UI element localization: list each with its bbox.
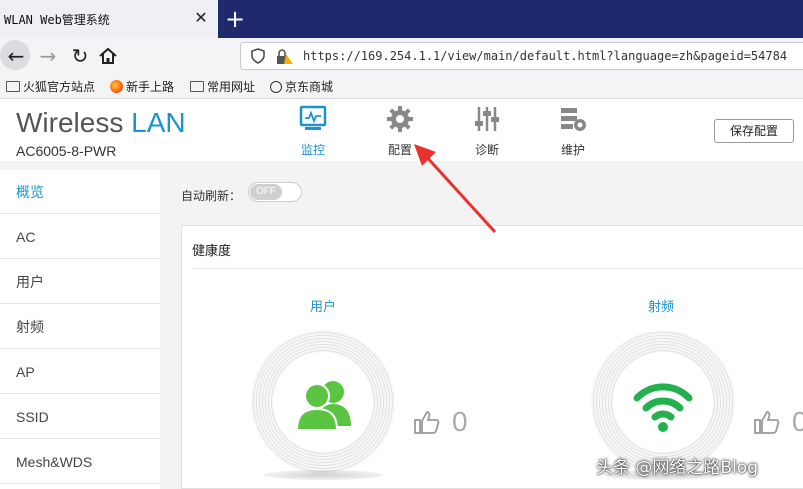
watermark: 头条 @网络之路Blog: [596, 458, 758, 478]
nav-label: 监控: [300, 143, 325, 157]
sidebar: 概览 AC 用户 射频 AP SSID Mesh&WDS: [0, 170, 160, 489]
users-count: 0: [452, 406, 468, 437]
users-section-title: 用户: [310, 300, 337, 315]
device-model: AC6005-8-PWR: [16, 143, 117, 159]
new-tab-icon[interactable]: +: [222, 6, 248, 32]
folder-icon: [190, 81, 204, 92]
bookmark-item[interactable]: 京东商城: [270, 78, 333, 95]
thumbs-up-icon[interactable]: [754, 410, 780, 438]
sliders-icon: [475, 107, 499, 131]
users-icon: [295, 381, 351, 431]
health-panel: 健康度 用户 0 射频 0: [181, 225, 803, 489]
auto-refresh-toggle[interactable]: OFF: [248, 182, 302, 202]
globe-icon: [270, 81, 282, 93]
nav-monitor[interactable]: 监控: [283, 105, 343, 161]
annotation-arrow: [414, 144, 497, 234]
firefox-icon: [110, 80, 123, 93]
toggle-state: OFF: [250, 184, 282, 200]
sidebar-item-ac[interactable]: AC: [0, 215, 160, 259]
radio-count: 0: [792, 406, 803, 437]
radio-section-title: 射频: [648, 300, 675, 315]
sidebar-item-ap[interactable]: AP: [0, 350, 160, 394]
bookmark-item[interactable]: 常用网址: [190, 78, 255, 95]
maintenance-icon: [561, 108, 586, 131]
url-bar[interactable]: https://169.254.1.1/view/main/default.ht…: [240, 42, 803, 70]
save-config-button[interactable]: 保存配置: [714, 119, 794, 143]
sidebar-item-ssid[interactable]: SSID: [0, 395, 160, 439]
brand-logo: Wireless LAN: [16, 107, 186, 138]
auto-refresh-label: 自动刷新：: [181, 189, 242, 203]
browser-tab-bar: WLAN Web管理系统 ✕ +: [0, 0, 803, 38]
wifi-icon: [633, 383, 693, 432]
nav-maintain[interactable]: 维护: [543, 105, 603, 161]
sidebar-item-radio[interactable]: 射频: [0, 305, 160, 349]
tab-title: WLAN Web管理系统: [4, 13, 110, 27]
sidebar-item-users[interactable]: 用户: [0, 260, 160, 304]
back-arrow-icon[interactable]: ←: [0, 38, 32, 74]
shield-icon[interactable]: [251, 48, 265, 68]
bookmark-item[interactable]: 火狐官方站点: [6, 78, 95, 95]
reload-icon[interactable]: ↻: [64, 38, 96, 74]
divider: [192, 268, 803, 269]
url-text: https://169.254.1.1/view/main/default.ht…: [303, 49, 788, 63]
bookmarks-bar: 火狐官方站点 新手上路 常用网址 京东商城: [0, 74, 803, 99]
home-icon[interactable]: [98, 46, 118, 70]
folder-icon: [6, 81, 20, 92]
monitor-icon: [299, 105, 327, 130]
nav-label: 维护: [560, 143, 585, 157]
gear-icon: [387, 106, 413, 132]
bookmark-item[interactable]: 新手上路: [110, 78, 174, 95]
sidebar-item-mesh-wds[interactable]: Mesh&WDS: [0, 440, 160, 484]
browser-nav-bar: ← → ↻ https://169.254.1.1/view/main/defa…: [0, 38, 803, 74]
sidebar-item-overview[interactable]: 概览: [0, 170, 160, 214]
users-ring: [251, 330, 395, 474]
insecure-lock-icon[interactable]: [275, 48, 295, 70]
thumbs-up-icon[interactable]: [414, 410, 440, 438]
panel-title: 健康度: [192, 244, 232, 259]
close-tab-icon[interactable]: ✕: [190, 6, 212, 30]
browser-tab[interactable]: WLAN Web管理系统 ✕: [0, 0, 218, 38]
forward-arrow-icon[interactable]: →: [32, 38, 64, 74]
